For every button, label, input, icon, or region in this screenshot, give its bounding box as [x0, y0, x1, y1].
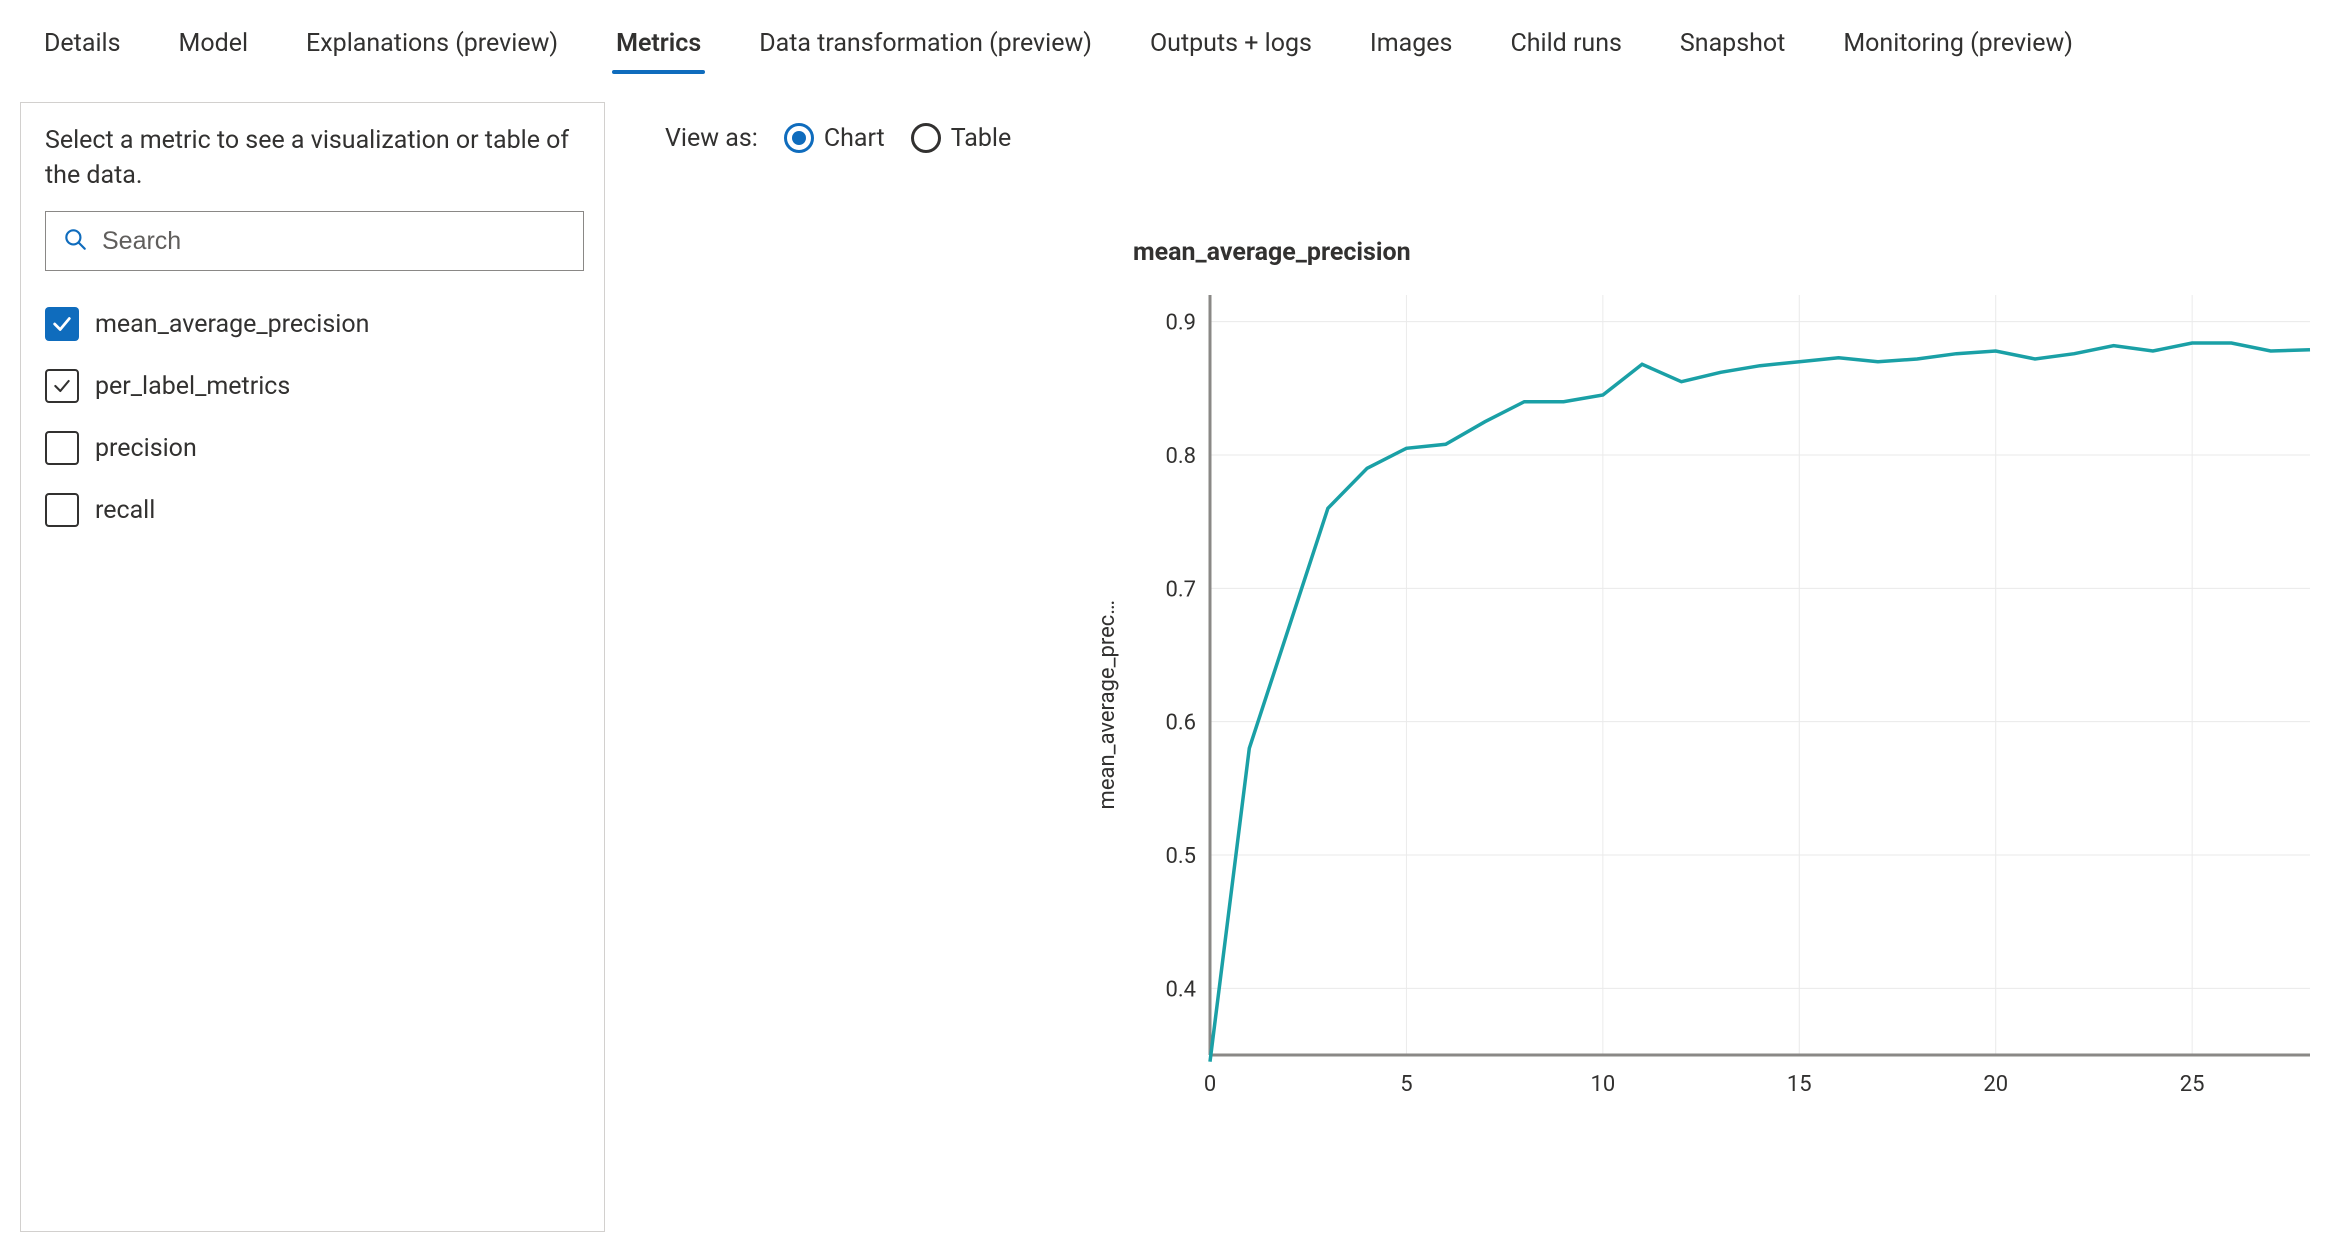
- y-tick-label: 0.8: [1165, 444, 1196, 469]
- tab-childruns[interactable]: Child runs: [1486, 11, 1645, 72]
- tab-monitoring[interactable]: Monitoring (preview): [1819, 11, 2097, 72]
- tab-explanations[interactable]: Explanations (preview): [282, 11, 582, 72]
- tabs-bar: DetailsModelExplanations (preview)Metric…: [0, 0, 2346, 72]
- checkbox-per_label_metrics[interactable]: [45, 369, 79, 403]
- metric-label: mean_average_precision: [95, 310, 369, 339]
- tab-metrics[interactable]: Metrics: [592, 11, 725, 72]
- metric-label: per_label_metrics: [95, 372, 290, 401]
- chart-title: mean_average_precision: [1133, 238, 2326, 267]
- x-tick-label: 10: [1590, 1072, 1615, 1097]
- metric-label: precision: [95, 434, 197, 463]
- tab-datatransform[interactable]: Data transformation (preview): [735, 11, 1116, 72]
- radio-label: Chart: [824, 124, 885, 153]
- search-input[interactable]: [88, 226, 567, 257]
- metric-item-precision[interactable]: precision: [45, 417, 584, 479]
- view-as-chart[interactable]: Chart: [784, 123, 885, 153]
- view-as-label: View as:: [665, 124, 758, 153]
- radio-label: Table: [951, 124, 1012, 153]
- sidebar-help-text: Select a metric to see a visualization o…: [45, 123, 584, 193]
- chart-grid: [1210, 295, 2310, 1055]
- chart-plot: 0.4 0.5 0.6 0.7 0.8 0.9 0 5 10 15 20 25: [1120, 285, 2320, 1125]
- chart-y-axis-label: mean_average_prec…: [1085, 600, 1120, 809]
- checkbox-precision[interactable]: [45, 431, 79, 465]
- x-tick-label: 5: [1400, 1072, 1412, 1097]
- checkbox-recall[interactable]: [45, 493, 79, 527]
- checkbox-mean_average_precision[interactable]: [45, 307, 79, 341]
- metric-item-recall[interactable]: recall: [45, 479, 584, 541]
- metric-item-mean_average_precision[interactable]: mean_average_precision: [45, 293, 584, 355]
- tab-images[interactable]: Images: [1346, 11, 1477, 72]
- tab-model[interactable]: Model: [155, 11, 273, 72]
- y-tick-label: 0.9: [1165, 311, 1196, 336]
- metric-item-per_label_metrics[interactable]: per_label_metrics: [45, 355, 584, 417]
- metric-label: recall: [95, 496, 155, 525]
- x-tick-label: 15: [1787, 1072, 1812, 1097]
- view-as-group: View as: Chart Table: [665, 108, 2326, 168]
- search-icon: [62, 226, 88, 256]
- radio-icon: [784, 123, 814, 153]
- tab-outputs[interactable]: Outputs + logs: [1126, 11, 1336, 72]
- search-input-wrap[interactable]: [45, 211, 584, 271]
- y-tick-label: 0.7: [1165, 577, 1196, 602]
- y-tick-label: 0.6: [1165, 711, 1196, 736]
- chart-container: mean_average_precision mean_average_prec…: [665, 238, 2326, 1125]
- y-tick-label: 0.5: [1165, 844, 1196, 869]
- tab-snapshot[interactable]: Snapshot: [1656, 11, 1809, 72]
- x-tick-label: 20: [1983, 1072, 2008, 1097]
- checkmark-icon: [51, 313, 73, 335]
- series-line-mean_average_precision: [1210, 343, 2310, 1062]
- checkmark-icon: [52, 376, 72, 396]
- y-tick-label: 0.4: [1165, 977, 1196, 1002]
- view-as-table[interactable]: Table: [911, 123, 1012, 153]
- metrics-sidebar: Select a metric to see a visualization o…: [20, 102, 605, 1232]
- x-tick-label: 0: [1204, 1072, 1216, 1097]
- tab-details[interactable]: Details: [20, 11, 145, 72]
- x-tick-label: 25: [2180, 1072, 2205, 1097]
- radio-icon: [911, 123, 941, 153]
